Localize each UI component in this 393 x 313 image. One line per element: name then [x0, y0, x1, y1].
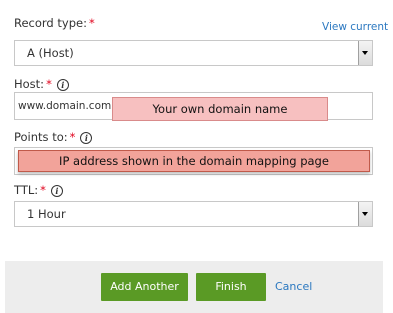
- host-label-text: Host:: [14, 77, 45, 91]
- cancel-link[interactable]: Cancel: [275, 280, 312, 293]
- finish-button[interactable]: Finish: [196, 273, 266, 301]
- info-icon[interactable]: i: [56, 79, 69, 91]
- ttl-value: 1 Hour: [27, 207, 66, 221]
- record-type-label: Record type: *: [14, 16, 95, 30]
- add-another-button[interactable]: Add Another: [101, 273, 188, 301]
- action-bar: [5, 261, 383, 313]
- chevron-down-icon[interactable]: [358, 41, 372, 65]
- points-to-required-mark: *: [69, 130, 76, 144]
- info-icon[interactable]: i: [50, 185, 63, 197]
- points-to-label: Points to: * i: [14, 130, 93, 144]
- record-type-required-mark: *: [88, 16, 95, 30]
- record-type-select[interactable]: A (Host): [14, 40, 373, 66]
- record-type-label-text: Record type:: [14, 16, 87, 30]
- info-icon[interactable]: i: [80, 132, 93, 144]
- ttl-select[interactable]: 1 Hour: [14, 201, 373, 227]
- host-required-mark: *: [46, 77, 52, 91]
- ttl-required-mark: *: [40, 183, 46, 197]
- ttl-label: TTL: * i: [14, 183, 63, 197]
- chevron-down-icon[interactable]: [358, 202, 372, 226]
- record-type-value: A (Host): [27, 46, 74, 60]
- view-current-link[interactable]: View current: [322, 21, 388, 33]
- host-label: Host: * i: [14, 77, 69, 91]
- points-to-label-text: Points to:: [14, 130, 68, 144]
- ttl-label-text: TTL:: [14, 183, 39, 197]
- host-value: www.domain.com: [18, 100, 112, 112]
- host-callout: Your own domain name: [112, 97, 328, 121]
- points-to-callout: IP address shown in the domain mapping p…: [18, 150, 370, 172]
